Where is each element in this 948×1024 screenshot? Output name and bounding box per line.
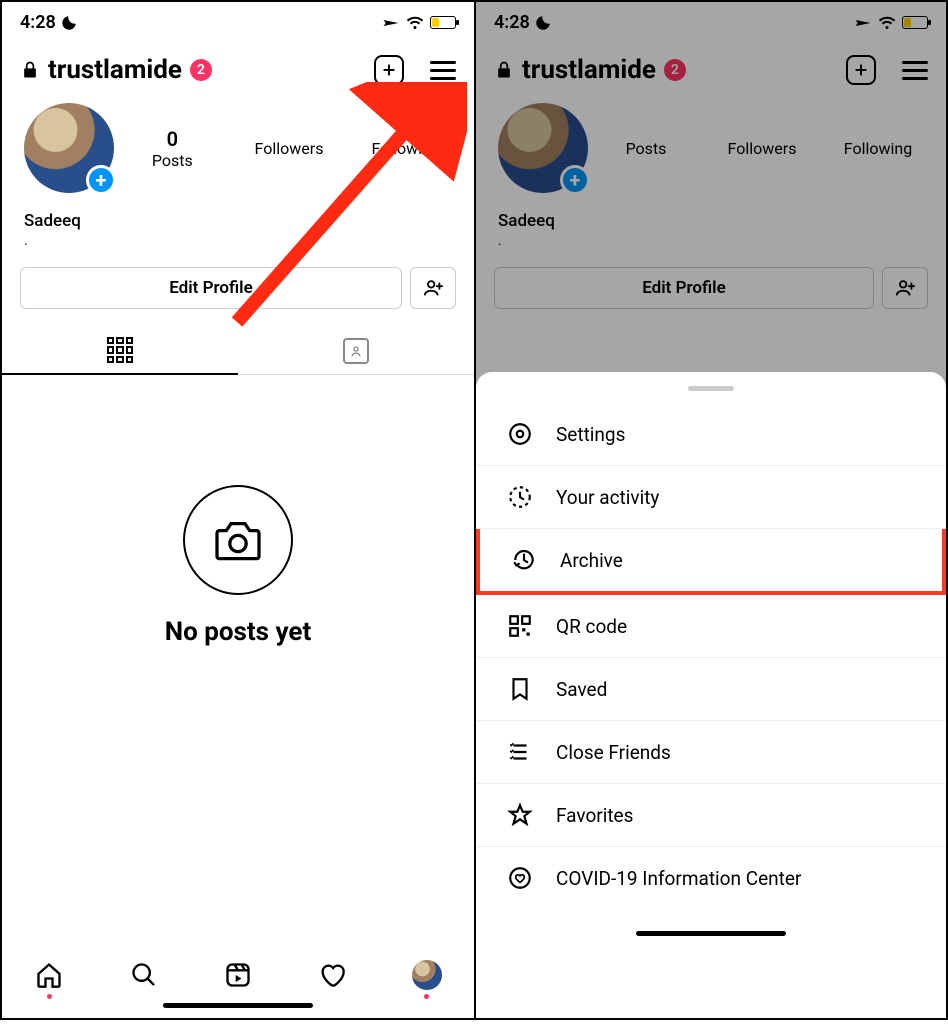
phone-left: 4:28 trustlamide 2 — [2, 2, 474, 1018]
wifi-icon — [406, 14, 424, 32]
close-friends-icon — [506, 739, 534, 765]
stat-following[interactable]: Following — [347, 139, 464, 158]
menu-qrcode[interactable]: QR code — [476, 595, 946, 658]
notification-badge: 2 — [190, 59, 212, 81]
no-posts-text: No posts yet — [165, 617, 312, 647]
archive-icon — [510, 547, 538, 573]
heart-circle-icon — [506, 865, 534, 891]
nav-profile[interactable] — [407, 957, 447, 993]
camera-icon — [183, 485, 293, 595]
tagged-icon — [343, 338, 369, 364]
profile-stats: + 0 Posts Followers Following — [2, 95, 474, 201]
bio: . — [2, 233, 474, 267]
bottom-nav — [2, 945, 474, 995]
menu-activity[interactable]: Your activity — [476, 466, 946, 529]
posts-count: 0 — [114, 127, 231, 151]
menu-saved[interactable]: Saved — [476, 658, 946, 721]
profile-header: trustlamide 2 — [2, 37, 474, 95]
empty-state: No posts yet — [2, 375, 474, 945]
mini-avatar-icon — [412, 960, 442, 990]
menu-hamburger-icon[interactable] — [430, 61, 456, 80]
activity-icon — [506, 484, 534, 510]
star-icon — [506, 802, 534, 828]
create-post-icon[interactable] — [374, 55, 404, 85]
nav-reels[interactable] — [218, 957, 258, 993]
avatar[interactable]: + — [24, 103, 114, 193]
edit-profile-button[interactable]: Edit Profile — [20, 267, 402, 309]
profile-tabs — [2, 327, 474, 375]
battery-icon — [430, 16, 456, 29]
menu-settings[interactable]: Settings — [476, 403, 946, 466]
airplane-icon — [382, 14, 400, 32]
tab-tagged[interactable] — [238, 327, 474, 375]
sheet-grabber[interactable] — [688, 386, 734, 391]
discover-people-button[interactable] — [410, 267, 456, 309]
display-name: Sadeeq — [2, 201, 474, 233]
menu-archive[interactable]: Archive — [476, 529, 946, 595]
stat-followers[interactable]: Followers — [231, 139, 348, 158]
home-indicator — [163, 1003, 313, 1008]
status-bar: 4:28 — [2, 2, 474, 37]
phone-right: 4:28 trustlamide 2 — [474, 2, 946, 1018]
nav-home[interactable] — [29, 957, 69, 993]
nav-search[interactable] — [124, 957, 164, 993]
menu-favorites[interactable]: Favorites — [476, 784, 946, 847]
nav-activity[interactable] — [312, 957, 352, 993]
menu-close-friends[interactable]: Close Friends — [476, 721, 946, 784]
settings-icon — [506, 421, 534, 447]
status-time: 4:28 — [20, 12, 56, 33]
menu-sheet: Settings Your activity Archive QR code — [476, 372, 946, 1018]
grid-icon — [107, 337, 133, 363]
bookmark-icon — [506, 676, 534, 702]
stat-posts[interactable]: 0 Posts — [114, 127, 231, 170]
username[interactable]: trustlamide — [48, 55, 182, 85]
add-story-plus-icon[interactable]: + — [86, 165, 116, 195]
home-indicator — [636, 931, 786, 936]
lock-icon — [20, 60, 40, 80]
tab-grid[interactable] — [2, 327, 238, 375]
qrcode-icon — [506, 613, 534, 639]
menu-covid[interactable]: COVID-19 Information Center — [476, 847, 946, 909]
dnd-moon-icon — [60, 14, 78, 32]
